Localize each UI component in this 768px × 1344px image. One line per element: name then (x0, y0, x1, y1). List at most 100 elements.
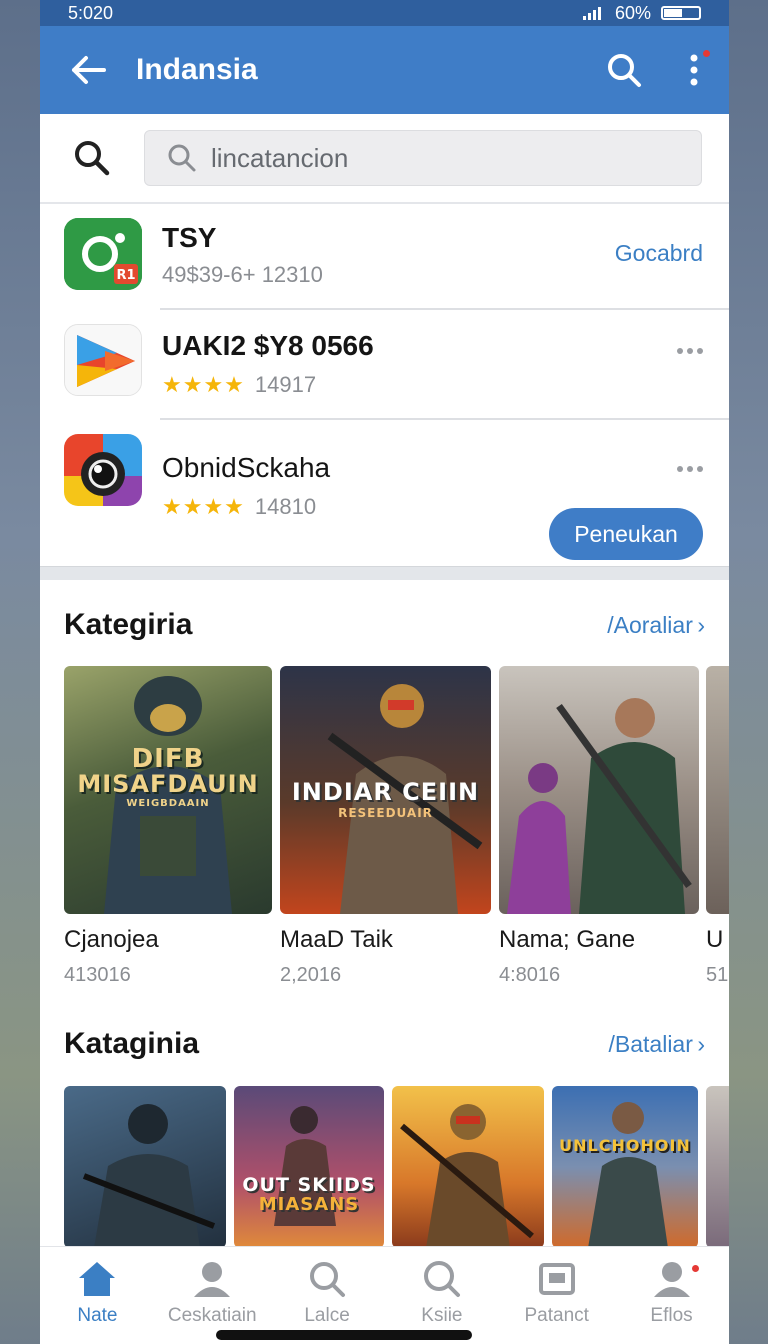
section-header: Kataginia /Bataliar › (64, 1027, 705, 1061)
cover-subtitle: RESEEDUAIR (338, 806, 433, 820)
search-field-icon (168, 144, 196, 172)
app-name: ObnidSckaha (162, 452, 331, 483)
nav-label: Ksiie (421, 1305, 463, 1326)
category-carousel: DIFB MISAFDAUIN WEIGBDAAIN Cjanojea 4130… (64, 666, 729, 996)
game-name: Cjanojea (64, 926, 159, 953)
more-options-button[interactable] (675, 336, 705, 366)
status-bar: 5:020 60% (40, 0, 729, 26)
signal-icon (582, 7, 601, 20)
nav-label: Ceskatiain (167, 1305, 257, 1326)
home-indicator[interactable] (216, 1330, 472, 1340)
nav-label: Eflos (650, 1305, 693, 1326)
game-card[interactable]: Nama; Gane 4:8016 (499, 666, 699, 987)
play-store-icon (64, 324, 142, 396)
game-card[interactable]: INDIAR CEIIN RESEEDUAIR MaaD Taik 2,2016 (280, 666, 491, 987)
game-cover-image: DIFB MISAFDAUIN WEIGBDAAIN (64, 666, 272, 914)
camera-app-icon (64, 434, 142, 506)
app-meta: 49$39-6+ 12310 (162, 262, 323, 287)
person-icon (194, 1262, 231, 1297)
star-rating: ★★★★ (162, 494, 245, 519)
app-rating: ★★★★ 14810 (162, 494, 316, 520)
app-name: TSY (162, 222, 217, 253)
app-rating: ★★★★ 14917 (162, 372, 316, 398)
search-icon (310, 1262, 346, 1297)
game-count: 51 (706, 964, 729, 986)
cover-title-line: MIASANS (258, 1194, 360, 1215)
cover-title-line: OUT SKIIDS (242, 1174, 376, 1196)
arrow-left-icon (72, 56, 106, 84)
search-icon (75, 141, 110, 176)
chevron-right-icon: › (697, 611, 705, 638)
game-cover-image (499, 666, 699, 914)
battery-percent: 60% (614, 2, 651, 23)
profile-icon (653, 1262, 690, 1297)
green-app-icon: R1 (64, 218, 142, 290)
game-cover-image (274, 1106, 336, 1226)
nav-item-home[interactable]: Nate (40, 1247, 155, 1344)
app-action-link[interactable]: Gocabrd (615, 240, 703, 267)
app-bar: Indansia (40, 26, 729, 114)
game-card[interactable] (64, 1086, 226, 1248)
game-name: Nama; Gane (499, 926, 636, 953)
search-icon (608, 54, 641, 87)
nav-label: Nate (77, 1305, 118, 1326)
battery-icon (661, 6, 701, 20)
game-card[interactable]: UNLCHOHOIN (552, 1086, 698, 1248)
rating-count: 14917 (254, 372, 317, 397)
category-carousel: OUT SKIIDS MIASANS UNLCHOHOIN (64, 1086, 729, 1248)
game-cover-image (82, 1104, 216, 1248)
game-card[interactable]: DIFB MISAFDAUIN WEIGBDAAIN Cjanojea 4130… (64, 666, 272, 987)
see-all-link[interactable]: /Bataliar › (609, 1031, 706, 1058)
image-icon (538, 1263, 575, 1295)
cover-title-line: MISAFDAUIN (77, 770, 259, 798)
notification-dot (703, 50, 710, 57)
game-name: MaaD Taik (280, 926, 393, 953)
cover-title-line: INDIAR CEIIN (291, 778, 480, 806)
star-rating: ★★★★ (162, 372, 245, 397)
page-title: Indansia (136, 53, 258, 86)
game-count: 2,2016 (280, 964, 342, 986)
app-subtitle: 49$39-6+ 12310 (162, 262, 323, 288)
nav-label: Patanct (524, 1305, 589, 1326)
game-cover-image: INDIAR CEIIN RESEEDUAIR (280, 666, 491, 914)
section-header: Kategiria /Aoraliar › (64, 608, 705, 642)
cover-subtitle: WEIGBDAAIN (126, 798, 210, 809)
section-title: Kategiria (64, 608, 193, 641)
status-right: 60% (582, 2, 701, 24)
game-card[interactable] (706, 1086, 729, 1248)
back-button[interactable] (40, 26, 136, 114)
search-input[interactable]: lincatancion (144, 130, 702, 186)
svg-text:R1: R1 (116, 268, 135, 283)
nav-label: Lalce (304, 1305, 350, 1326)
more-options-button[interactable] (675, 454, 705, 484)
list-item[interactable]: UAKI2 $Y8 0566 ★★★★ 14917 (40, 310, 729, 420)
more-vertical-icon (690, 54, 698, 86)
see-all-label: /Aoraliar (607, 611, 693, 638)
section-title: Kataginia (64, 1027, 200, 1060)
list-item[interactable]: R1 TSY 49$39-6+ 12310 Gocabrd (40, 204, 729, 310)
overflow-menu-button[interactable] (659, 26, 729, 114)
game-cover-image (400, 1104, 534, 1248)
home-icon (79, 1262, 116, 1296)
install-button[interactable]: Peneukan (549, 508, 703, 560)
search-lead[interactable] (40, 138, 144, 178)
game-card[interactable]: U 51 (706, 666, 729, 987)
phone-screen: 5:020 60% Indansia lincatancion R1 TSY 4… (40, 0, 729, 1344)
nav-item-profile[interactable]: Eflos (614, 1247, 729, 1344)
rating-count: 14810 (254, 494, 317, 519)
section-separator (40, 566, 729, 580)
game-count: 413016 (64, 964, 131, 986)
game-card[interactable] (392, 1086, 544, 1248)
see-all-link[interactable]: /Aoraliar › (607, 612, 705, 639)
notification-dot (692, 1265, 700, 1272)
game-cover-image (706, 666, 729, 914)
search-row: lincatancion (40, 114, 729, 204)
chevron-right-icon: › (697, 1030, 705, 1057)
app-name: UAKI2 $Y8 0566 (162, 330, 374, 361)
appbar-search-button[interactable] (589, 26, 659, 114)
cover-title-line: UNLCHOHOIN (559, 1136, 691, 1155)
game-card[interactable]: OUT SKIIDS MIASANS (234, 1086, 384, 1248)
nav-item-media[interactable]: Patanct (499, 1247, 614, 1344)
game-name: U (706, 926, 724, 953)
search-icon (423, 1261, 460, 1297)
